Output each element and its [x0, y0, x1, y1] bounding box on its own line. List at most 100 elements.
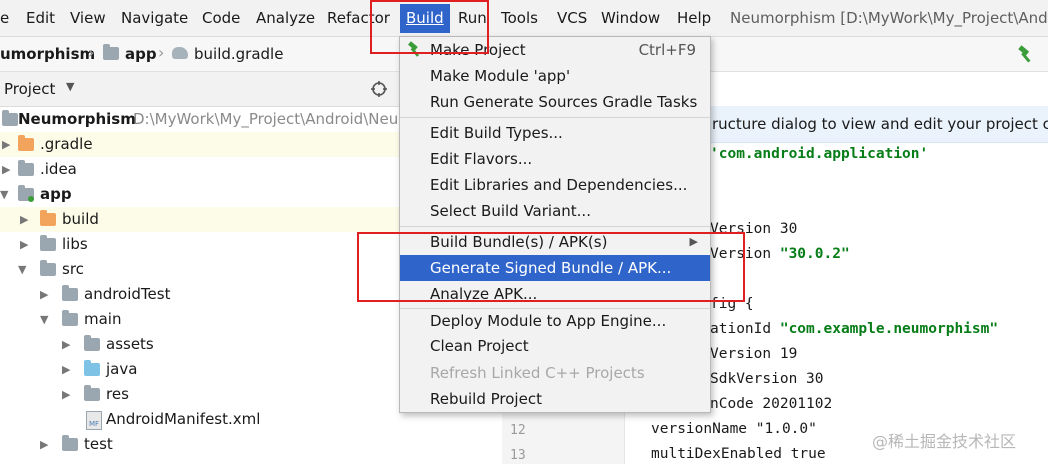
- folder-icon: [18, 160, 34, 176]
- tree-item-label: androidTest: [84, 285, 171, 303]
- menu-file[interactable]: e: [0, 9, 9, 27]
- code-line-version-name: versionName "1.0.0": [651, 421, 817, 437]
- code-key: ationId: [710, 321, 780, 337]
- tree-item-label: test: [84, 435, 113, 453]
- menu-run-generate-sources[interactable]: Run Generate Sources Gradle Tasks: [400, 89, 710, 115]
- menu-item-label: Run Generate Sources Gradle Tasks: [430, 93, 698, 111]
- code-line-version-code: nCode 20201102: [710, 396, 833, 412]
- module-dot-icon: [28, 196, 34, 202]
- tree-item-label: AndroidManifest.xml: [106, 410, 261, 428]
- menu-window[interactable]: Window: [601, 9, 660, 27]
- tree-root-path: D:\MyWork\My_Project\Android\Neu: [133, 110, 399, 128]
- menu-separator: [400, 226, 710, 227]
- breadcrumb-app[interactable]: app: [125, 45, 157, 63]
- code-string: "com.example.neumorphism": [779, 321, 999, 337]
- menu-item-label: Edit Build Types...: [430, 124, 563, 142]
- collapse-arrow-icon[interactable]: ▼: [0, 182, 8, 207]
- collapse-arrow-icon[interactable]: ▼: [18, 257, 26, 282]
- tree-item-label: .gradle: [40, 135, 93, 153]
- expand-arrow-icon[interactable]: ▶: [20, 207, 28, 232]
- menu-tools[interactable]: Tools: [501, 9, 538, 27]
- folder-icon: [18, 135, 34, 151]
- tree-item-label: main: [84, 310, 122, 328]
- expand-arrow-icon[interactable]: ▶: [40, 282, 48, 307]
- code-string: "30.0.2": [779, 246, 850, 262]
- tree-root-label: Neumorphism: [18, 110, 136, 128]
- menu-help[interactable]: Help: [677, 9, 711, 27]
- menu-bar: e Edit View Navigate Code Analyze Refact…: [0, 0, 1048, 37]
- folder-icon: [62, 310, 78, 326]
- line-number: 13: [510, 448, 526, 463]
- resource-folder-icon: [84, 385, 100, 401]
- breadcrumb-project[interactable]: umorphism: [0, 45, 95, 63]
- expand-arrow-icon[interactable]: ▶: [62, 357, 70, 382]
- menu-edit[interactable]: Edit: [26, 9, 55, 27]
- build-menu: Make Project Ctrl+F9 Make Module 'app' R…: [399, 36, 711, 413]
- menu-select-build-variant[interactable]: Select Build Variant...: [400, 198, 710, 224]
- annotation-box-generate-signed: [357, 232, 745, 302]
- tree-item-label: libs: [62, 235, 88, 253]
- chevron-right-icon: ›: [158, 43, 165, 62]
- menu-shortcut: Ctrl+F9: [638, 41, 696, 59]
- tree-item-label: res: [106, 385, 129, 403]
- menu-item-label: Refresh Linked C++ Projects: [430, 364, 645, 382]
- code-line-plugin: 'com.android.application': [710, 146, 928, 162]
- menu-edit-flavors[interactable]: Edit Flavors...: [400, 146, 710, 172]
- expand-arrow-icon[interactable]: ▶: [20, 232, 28, 257]
- menu-code[interactable]: Code: [202, 9, 240, 27]
- menu-deploy-app-engine[interactable]: Deploy Module to App Engine...: [400, 308, 710, 334]
- gradle-elephant-icon: [172, 47, 188, 59]
- menu-item-label: Clean Project: [430, 337, 529, 355]
- watermark: @稀土掘金技术社区: [872, 432, 1017, 451]
- code-string: 'com.android.application': [710, 146, 929, 162]
- menu-separator: [400, 117, 710, 118]
- menu-make-module[interactable]: Make Module 'app': [400, 63, 710, 89]
- collapse-arrow-icon[interactable]: ▼: [40, 307, 48, 332]
- menu-item-label: Make Module 'app': [430, 67, 571, 85]
- menu-rebuild-project[interactable]: Rebuild Project: [400, 386, 710, 412]
- crosshair-icon[interactable]: [370, 80, 388, 98]
- expand-arrow-icon[interactable]: ▶: [2, 157, 10, 182]
- menu-vcs[interactable]: VCS: [557, 9, 587, 27]
- source-folder-icon: [84, 360, 100, 376]
- menu-item-label: Edit Libraries and Dependencies...: [430, 176, 688, 194]
- menu-view[interactable]: View: [70, 9, 106, 27]
- menu-item-label: Deploy Module to App Engine...: [430, 312, 667, 330]
- tree-row-test[interactable]: ▶ test: [0, 432, 500, 457]
- menu-edit-build-types[interactable]: Edit Build Types...: [400, 120, 710, 146]
- annotation-box-build-menu: [370, 0, 489, 54]
- tree-item-label: assets: [106, 335, 154, 353]
- code-line-target-sdk: SdkVersion 30: [710, 371, 824, 387]
- tree-item-label: src: [62, 260, 84, 278]
- folder-icon: [103, 44, 119, 60]
- menu-analyze[interactable]: Analyze: [256, 9, 315, 27]
- line-number: 12: [510, 423, 526, 438]
- chevron-right-icon: ›: [88, 43, 95, 62]
- expand-arrow-icon[interactable]: ▶: [40, 432, 48, 457]
- expand-arrow-icon[interactable]: ▶: [62, 332, 70, 357]
- expand-arrow-icon[interactable]: ▶: [62, 382, 70, 407]
- folder-icon: [62, 435, 78, 451]
- menu-edit-libraries[interactable]: Edit Libraries and Dependencies...: [400, 172, 710, 198]
- window-title: Neumorphism [D:\MyWork\My_Project\And: [730, 9, 1048, 27]
- tree-item-label: java: [106, 360, 138, 378]
- tree-item-label: build: [62, 210, 99, 228]
- tree-item-label: app: [40, 185, 72, 203]
- breadcrumb-file[interactable]: build.gradle: [194, 45, 283, 63]
- resource-folder-icon: [84, 335, 100, 351]
- expand-arrow-icon[interactable]: ▶: [2, 132, 10, 157]
- code-line-app-id: ationId "com.example.neumorphism": [710, 321, 998, 337]
- project-view-selector[interactable]: Project: [4, 80, 55, 98]
- manifest-file-icon: MF: [86, 411, 102, 430]
- hammer-icon[interactable]: [1016, 45, 1036, 65]
- menu-navigate[interactable]: Navigate: [121, 9, 188, 27]
- chevron-down-icon[interactable]: ▼: [66, 80, 74, 93]
- code-line-min-sdk: Version 19: [710, 346, 798, 362]
- code-line-multidex: multiDexEnabled true: [651, 446, 826, 462]
- menu-item-label: Edit Flavors...: [430, 150, 533, 168]
- menu-item-label: Rebuild Project: [430, 390, 542, 408]
- banner-text: ructure dialog to view and edit your pro…: [712, 115, 1048, 133]
- folder-icon: [40, 210, 56, 226]
- menu-clean-project[interactable]: Clean Project: [400, 333, 710, 359]
- folder-icon: [40, 260, 56, 276]
